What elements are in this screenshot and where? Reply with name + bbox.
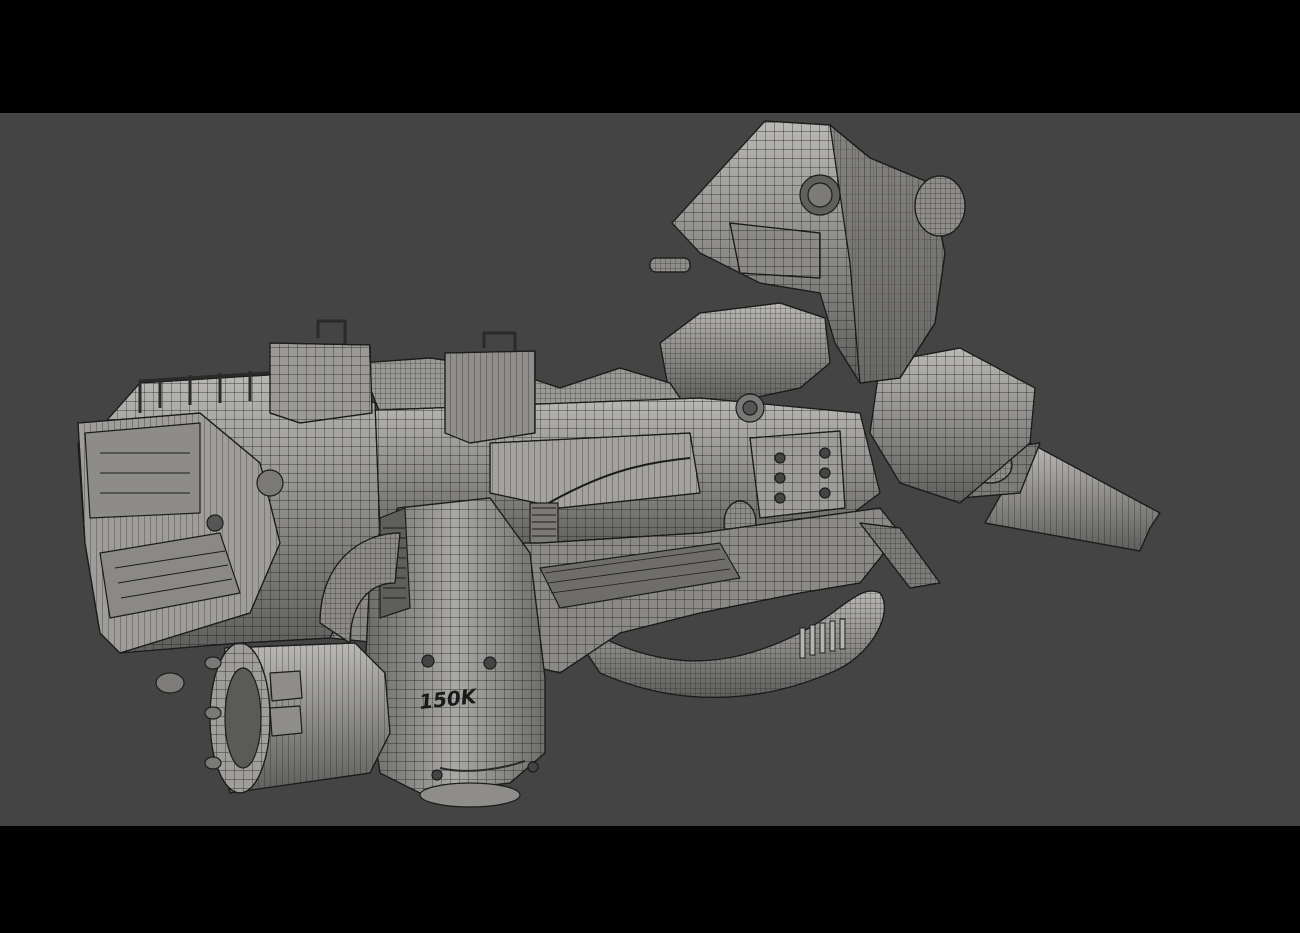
viewport-canvas: 150K xyxy=(0,113,1300,826)
render-frame: 150K xyxy=(0,0,1300,933)
exhaust-nozzle xyxy=(204,642,391,794)
letterbox-bottom xyxy=(0,826,1300,933)
letterbox-top xyxy=(0,0,1300,113)
3d-viewport[interactable]: 150K xyxy=(0,113,1300,826)
